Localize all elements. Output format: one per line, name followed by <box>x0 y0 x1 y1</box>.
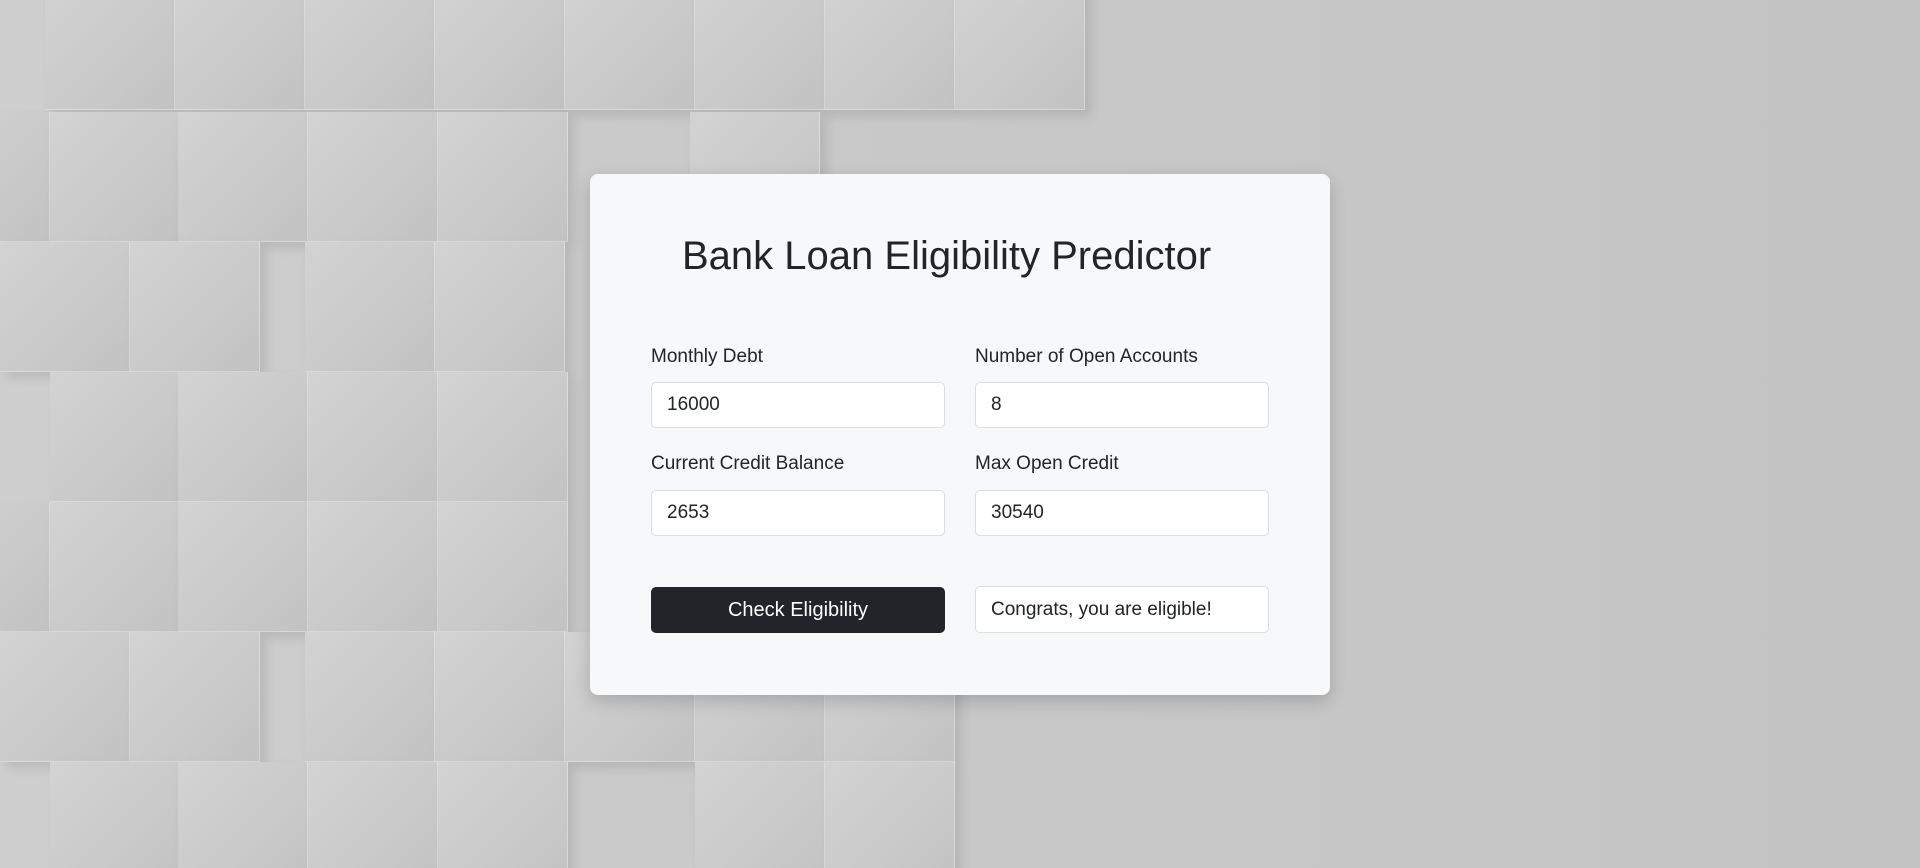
bg-tile <box>130 242 260 372</box>
bg-tile <box>825 0 955 110</box>
bg-tile <box>0 632 130 762</box>
bg-tile <box>308 502 438 632</box>
bg-tile <box>50 112 180 242</box>
page-title: Bank Loan Eligibility Predictor <box>682 234 1212 278</box>
monthly-debt-label: Monthly Debt <box>651 346 763 367</box>
bg-tile <box>305 632 435 762</box>
bg-tile <box>45 0 175 110</box>
credit-balance-input[interactable] <box>651 490 945 536</box>
bg-tile <box>825 762 955 868</box>
eligibility-result: Congrats, you are eligible! <box>975 586 1269 633</box>
max-open-credit-input[interactable] <box>975 490 1269 536</box>
bg-tile <box>438 112 568 242</box>
bg-tile <box>178 502 308 632</box>
bg-tile <box>175 0 305 110</box>
bg-tile <box>305 242 435 372</box>
bg-tile <box>0 112 50 242</box>
bg-tile <box>308 112 438 242</box>
bg-tile <box>130 632 260 762</box>
bg-tile <box>50 502 180 632</box>
bg-tile <box>305 0 435 110</box>
monthly-debt-input[interactable] <box>651 382 945 428</box>
bg-tile <box>565 0 695 110</box>
bg-tile <box>438 762 568 868</box>
bg-tile <box>0 242 130 372</box>
bg-tile <box>50 372 180 502</box>
bg-tile <box>435 632 565 762</box>
bg-tile <box>695 762 825 868</box>
bg-tile <box>955 0 1085 110</box>
bg-tile <box>435 242 565 372</box>
open-accounts-label: Number of Open Accounts <box>975 346 1198 367</box>
bg-tile <box>178 112 308 242</box>
bg-tile <box>438 502 568 632</box>
bg-tile <box>0 502 50 632</box>
eligibility-card: Bank Loan Eligibility Predictor Monthly … <box>590 174 1330 695</box>
open-accounts-input[interactable] <box>975 382 1269 428</box>
credit-balance-label: Current Credit Balance <box>651 453 845 474</box>
bg-tile <box>435 0 565 110</box>
bg-tile <box>308 372 438 502</box>
bg-tile <box>695 0 825 110</box>
max-open-credit-label: Max Open Credit <box>975 453 1119 474</box>
bg-tile <box>50 762 180 868</box>
bg-tile <box>438 372 568 502</box>
check-eligibility-button[interactable]: Check Eligibility <box>651 587 945 633</box>
bg-tile <box>178 762 308 868</box>
bg-tile <box>308 762 438 868</box>
bg-tile <box>178 372 308 502</box>
